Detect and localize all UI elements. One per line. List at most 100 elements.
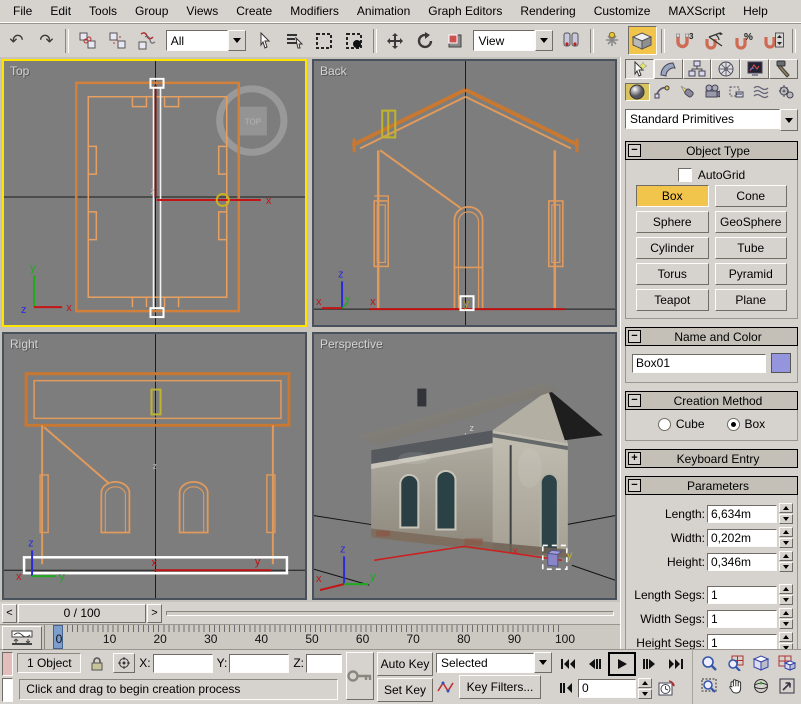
param-input-height[interactable]: 0,346m <box>707 553 777 571</box>
key-mode-dropdown[interactable]: Selected <box>436 652 552 673</box>
spin-down[interactable] <box>779 538 793 548</box>
object-type-cylinder-button[interactable]: Cylinder <box>636 237 709 259</box>
param-spinner[interactable] <box>779 608 793 629</box>
object-category-dropdown[interactable]: Standard Primitives <box>625 109 798 131</box>
object-type-tube-button[interactable]: Tube <box>715 237 788 259</box>
spin-up[interactable] <box>779 551 793 561</box>
set-key-button[interactable]: Set Key <box>377 678 433 702</box>
selection-filter-dropdown[interactable]: All <box>166 30 246 51</box>
select-and-link-button[interactable] <box>73 26 102 55</box>
menu-create[interactable]: Create <box>227 2 281 21</box>
category-lights[interactable] <box>674 83 699 101</box>
arc-rotate-button[interactable] <box>749 675 773 697</box>
param-spinner[interactable] <box>779 503 793 524</box>
menu-group[interactable]: Group <box>126 2 177 21</box>
time-slider-track[interactable] <box>166 611 614 616</box>
category-cameras[interactable] <box>699 83 724 101</box>
viewport-back-canvas[interactable]: x y z x y <box>314 61 615 325</box>
object-type-header[interactable]: − Object Type <box>625 141 798 160</box>
maxscript-mini-listener[interactable] <box>0 650 15 704</box>
object-type-sphere-button[interactable]: Sphere <box>636 211 709 233</box>
menu-rendering[interactable]: Rendering <box>511 2 584 21</box>
window-crossing-button[interactable] <box>340 26 369 55</box>
spin-down[interactable] <box>638 689 652 699</box>
keyboard-entry-header[interactable]: + Keyboard Entry <box>625 449 798 468</box>
object-type-geosphere-button[interactable]: GeoSphere <box>715 211 788 233</box>
object-type-teapot-button[interactable]: Teapot <box>636 289 709 311</box>
viewport-back[interactable]: Back <box>312 59 617 327</box>
listener-pane[interactable] <box>2 678 13 702</box>
select-and-rotate-button[interactable] <box>411 26 440 55</box>
spin-down[interactable] <box>779 514 793 524</box>
category-shapes[interactable] <box>650 83 675 101</box>
viewport-perspective-canvas[interactable]: z <box>314 334 615 598</box>
select-and-scale-button[interactable] <box>440 26 469 55</box>
mini-curve-editor-button[interactable] <box>2 626 42 650</box>
object-type-torus-button[interactable]: Torus <box>636 263 709 285</box>
absolute-mode-button[interactable] <box>113 653 135 673</box>
time-slider-prev-button[interactable]: < <box>2 604 17 623</box>
x-input[interactable] <box>153 654 213 673</box>
percent-snap-button[interactable]: % <box>729 26 758 55</box>
spinner-snap-button[interactable] <box>759 26 788 55</box>
object-color-swatch[interactable] <box>771 353 791 373</box>
tab-utilities[interactable] <box>769 59 798 79</box>
menu-file[interactable]: File <box>4 2 41 21</box>
param-input-length[interactable]: 6,634m <box>707 505 777 523</box>
viewport-right-label[interactable]: Right <box>10 337 38 351</box>
tab-create[interactable] <box>625 59 654 79</box>
spin-down[interactable] <box>779 619 793 629</box>
param-spinner[interactable] <box>779 584 793 605</box>
tab-hierarchy[interactable] <box>683 59 712 79</box>
spin-up[interactable] <box>779 503 793 513</box>
snaps-toggle-button[interactable] <box>628 26 657 55</box>
menu-maxscript[interactable]: MAXScript <box>659 2 734 21</box>
viewport-right[interactable]: Right <box>2 332 307 600</box>
param-input-height-segs[interactable]: 1 <box>707 634 777 650</box>
time-slider-next-button[interactable]: > <box>147 604 162 623</box>
macro-recorder-pane[interactable] <box>2 652 13 676</box>
viewport-back-label[interactable]: Back <box>320 64 347 78</box>
object-category-arrow[interactable] <box>780 109 798 131</box>
key-filters-button[interactable]: Key Filters... <box>459 675 541 699</box>
current-frame-field[interactable]: 0 <box>578 679 636 698</box>
menu-tools[interactable]: Tools <box>80 2 126 21</box>
zoom-extents-button[interactable] <box>749 652 773 674</box>
object-type-pyramid-button[interactable]: Pyramid <box>715 263 788 285</box>
frame-spinner[interactable] <box>638 678 652 699</box>
previous-frame-button[interactable] <box>582 654 606 674</box>
spin-up[interactable] <box>638 678 652 688</box>
category-systems[interactable] <box>773 83 798 101</box>
viewport-top-canvas[interactable]: TOP <box>4 61 305 325</box>
min-max-toggle-button[interactable] <box>775 675 799 697</box>
viewport-top[interactable]: Top TOP <box>2 59 307 327</box>
menu-views[interactable]: Views <box>177 2 227 21</box>
go-to-end-button[interactable] <box>664 654 688 674</box>
tab-motion[interactable] <box>711 59 740 79</box>
menu-animation[interactable]: Animation <box>348 2 419 21</box>
creation-method-cube-radio[interactable]: Cube <box>658 417 705 431</box>
use-pivot-center-button[interactable] <box>557 26 586 55</box>
spin-down[interactable] <box>779 562 793 572</box>
zoom-extents-all-button[interactable] <box>775 652 799 674</box>
angle-snap-button[interactable] <box>699 26 728 55</box>
selection-filter-arrow[interactable] <box>228 30 246 51</box>
name-color-header[interactable]: − Name and Color <box>625 327 798 346</box>
go-to-start-button[interactable] <box>556 654 580 674</box>
time-slider-handle[interactable]: 0 / 100 <box>18 604 146 623</box>
set-keys-button[interactable] <box>346 652 374 700</box>
param-spinner[interactable] <box>779 632 793 649</box>
redo-button[interactable]: ↷ <box>32 26 61 55</box>
play-button[interactable] <box>608 652 636 676</box>
spin-up[interactable] <box>779 527 793 537</box>
param-input-width-segs[interactable]: 1 <box>707 610 777 628</box>
zoom-button[interactable] <box>697 652 721 674</box>
zoom-region-button[interactable] <box>697 675 721 697</box>
spin-down[interactable] <box>779 595 793 605</box>
select-and-manipulate-button[interactable] <box>598 26 627 55</box>
category-geometry[interactable] <box>625 83 650 101</box>
viewport-perspective[interactable]: Perspective <box>312 332 617 600</box>
category-space-warps[interactable] <box>749 83 774 101</box>
creation-method-box-radio[interactable]: Box <box>727 417 766 431</box>
object-type-cone-button[interactable]: Cone <box>715 185 788 207</box>
